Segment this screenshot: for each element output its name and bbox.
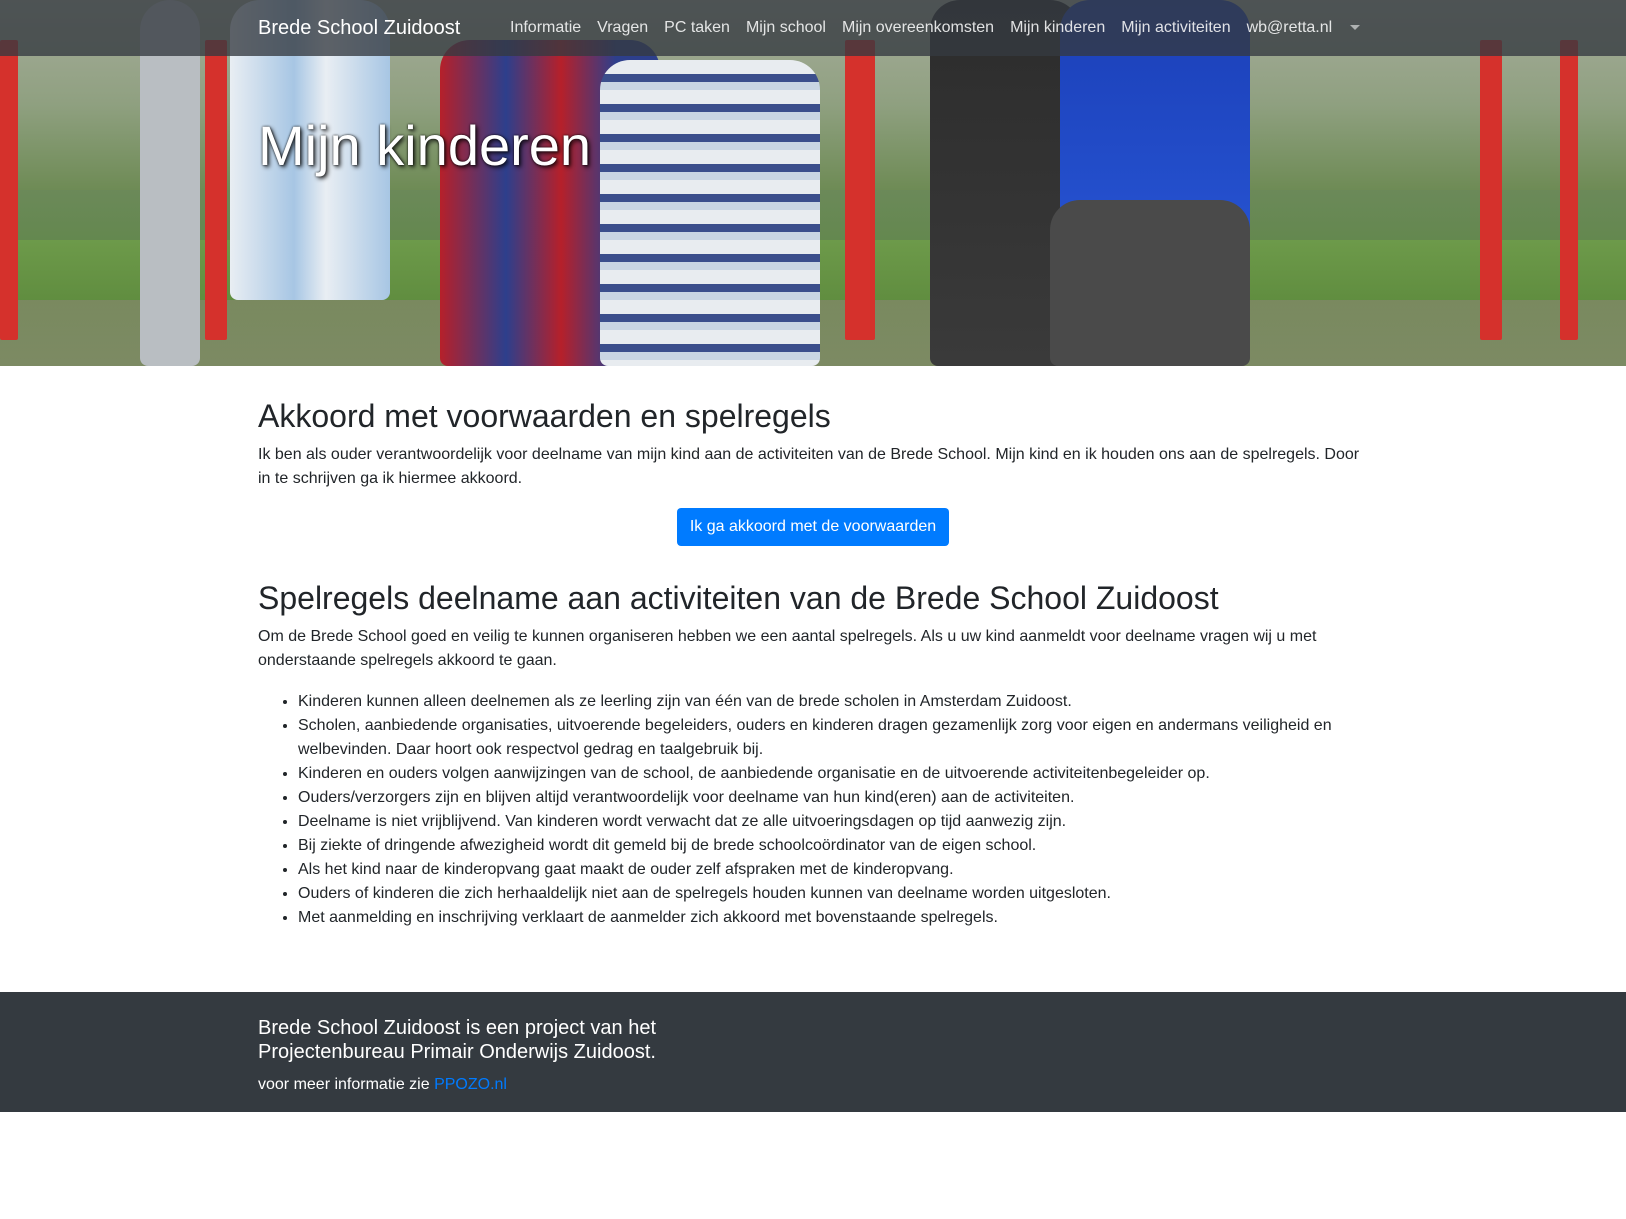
navbar-brand[interactable]: Brede School Zuidoost — [258, 15, 460, 41]
hero-goal-post — [0, 40, 18, 340]
page-title: Mijn kinderen — [258, 114, 592, 177]
footer-info: voor meer informatie zie PPOZO.nl — [258, 1073, 507, 1097]
nav-item-informatie[interactable]: Informatie — [502, 16, 589, 40]
hero-figure — [600, 60, 820, 366]
hero-goal-post — [205, 40, 227, 340]
nav-item-pc-taken[interactable]: PC taken — [656, 16, 738, 40]
nav-item-mijn-activiteiten[interactable]: Mijn activiteiten — [1113, 16, 1238, 40]
accept-terms-button[interactable]: Ik ga akkoord met de voorwaarden — [676, 508, 950, 546]
top-navbar: Brede School Zuidoost Informatie Vragen … — [0, 0, 1626, 56]
rules-list: Kinderen kunnen alleen deelnemen als ze … — [258, 690, 1368, 930]
nav-menu: Informatie Vragen PC taken Mijn school M… — [502, 16, 1340, 40]
list-item: Kinderen kunnen alleen deelnemen als ze … — [298, 690, 1368, 714]
nav-item-user-account[interactable]: wb@retta.nl — [1239, 16, 1341, 40]
rules-heading: Spelregels deelname aan activiteiten van… — [258, 580, 1219, 616]
footer-title: Brede School Zuidoost is een project van… — [258, 1017, 657, 1063]
agreement-text: Ik ben als ouder verantwoordelijk voor d… — [258, 446, 1360, 487]
nav-item-mijn-kinderen[interactable]: Mijn kinderen — [1002, 16, 1113, 40]
nav-item-mijn-overeenkomsten[interactable]: Mijn overeenkomsten — [834, 16, 1002, 40]
nav-item-mijn-school[interactable]: Mijn school — [738, 16, 834, 40]
site-footer: Brede School Zuidoost is een project van… — [0, 992, 1626, 1112]
agreement-button-wrap: Ik ga akkoord met de voorwaarden — [258, 508, 1368, 546]
list-item: Ouders/verzorgers zijn en blijven altijd… — [298, 786, 1368, 810]
hero-figure — [1050, 200, 1250, 366]
list-item: Kinderen en ouders volgen aanwijzingen v… — [298, 762, 1368, 786]
list-item: Deelname is niet vrijblijvend. Van kinde… — [298, 810, 1368, 834]
footer-info-text: voor meer informatie zie — [258, 1076, 435, 1093]
rules-intro: Om de Brede School goed en veilig te kun… — [258, 628, 1317, 669]
nav-item-vragen[interactable]: Vragen — [589, 16, 656, 40]
caret-down-icon[interactable] — [1350, 25, 1360, 30]
main-content: Akkoord met voorwaarden en spelregels Ik… — [258, 396, 1368, 930]
agreement-heading: Akkoord met voorwaarden en spelregels — [258, 398, 831, 434]
list-item: Bij ziekte of dringende afwezigheid word… — [298, 834, 1368, 858]
hero-goal-post — [845, 40, 875, 340]
list-item: Scholen, aanbiedende organisaties, uitvo… — [298, 714, 1368, 762]
hero-goal-post — [1480, 40, 1502, 340]
ppozo-link[interactable]: PPOZO.nl — [434, 1076, 507, 1093]
list-item: Ouders of kinderen die zich herhaaldelij… — [298, 882, 1368, 906]
list-item: Met aanmelding en inschrijving verklaart… — [298, 906, 1368, 930]
hero-goal-post — [1560, 40, 1578, 340]
list-item: Als het kind naar de kinderopvang gaat m… — [298, 858, 1368, 882]
